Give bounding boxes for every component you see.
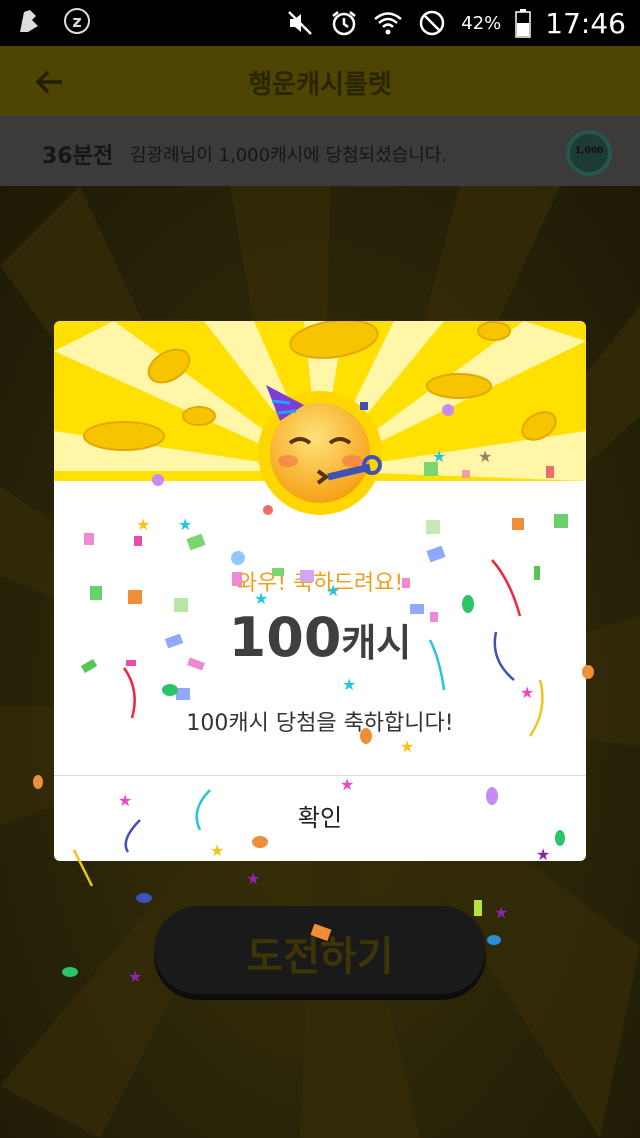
win-dialog: 와우! 축하드려요! 100캐시 100캐시 당첨을 축하합니다! 확인 [54,321,586,861]
start-button-label: 도전하기 [246,934,394,980]
status-bar: z 42% 17:46 [0,0,640,46]
ticker-time: 36분전 [42,144,114,169]
winner-ticker: 36분전 김광례님이 1,000캐시에 당첨되셨습니다. [0,116,640,186]
congrats-text: 와우! 축하드려요! [236,571,404,596]
party-face-emoji-icon [258,385,382,515]
alarm-icon [329,8,359,38]
prize-unit: 캐시 [341,621,412,665]
svg-text:z: z [72,12,81,31]
wifi-icon [373,8,403,38]
confirm-button[interactable]: 확인 [54,776,586,861]
z-icon: z [62,6,92,36]
prize-number: 100 [228,606,342,669]
battery-icon [515,8,532,38]
prize-amount: 100캐시 [54,606,586,669]
chip-label: 1,000 [574,146,604,156]
ticker-text: 김광례님이 1,000캐시에 당첨되셨습니다. [130,145,448,166]
clock: 17:46 [545,6,626,40]
page-title: 행운캐시룰렛 [248,70,392,100]
app-header: 행운캐시룰렛 [0,46,640,116]
cash-chip-icon: 1,000 [566,130,612,176]
prize-message: 100캐시 당첨을 축하합니다! [186,711,454,736]
app-notification-icon [14,6,44,36]
battery-percent: 42% [461,12,502,34]
mute-icon [285,8,315,38]
start-button[interactable]: 도전하기 [154,906,486,994]
blocked-icon [417,8,447,38]
